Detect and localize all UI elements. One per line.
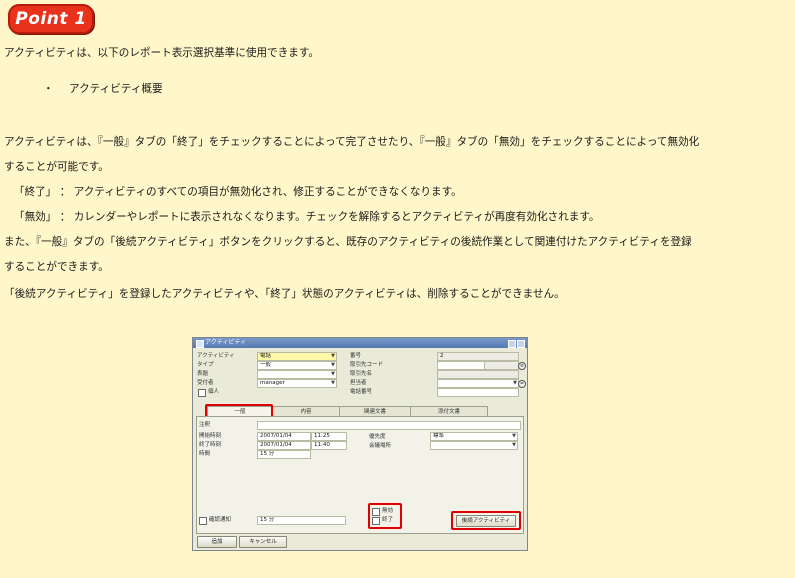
reminder-checkbox[interactable]	[199, 517, 207, 525]
location-field[interactable]: ▼	[430, 441, 518, 450]
dropdown-arrow-icon[interactable]: ▼	[331, 380, 335, 387]
cancel-button[interactable]: キャンセル	[239, 536, 287, 548]
window-titlebar: アクティビティ	[193, 338, 527, 348]
paragraph-2-line-1: また、『一般』タブの「後続アクティビティ」ボタンをクリックすると、既存のアクティ…	[4, 236, 692, 248]
minimize-icon[interactable]	[508, 340, 516, 348]
subject-field[interactable]: ▼	[257, 370, 337, 379]
bp-code-label: 取引先コード	[350, 362, 384, 368]
assigned-to-label: 受付者	[197, 380, 214, 386]
paragraph-3: 「後続アクティビティ」を登録したアクティビティや、「終了」状態のアクティビティは…	[4, 288, 565, 300]
dropdown-arrow-icon[interactable]: ▼	[513, 380, 517, 387]
personal-label: 個人	[208, 389, 220, 395]
end-time-field[interactable]: 11:40	[311, 441, 347, 450]
window-title: アクティビティ	[205, 339, 246, 346]
activity-field[interactable]: 電話 ▼	[257, 352, 337, 361]
subject-label: 表題	[197, 371, 209, 377]
start-date-value: 2007/01/04	[260, 433, 292, 439]
number-field: 2	[437, 352, 519, 361]
activity-label: アクティビティ	[197, 353, 235, 359]
remarks-field[interactable]	[257, 421, 521, 430]
phone-number-label: 電話番号	[350, 389, 373, 395]
remarks-label: 注釈	[199, 422, 211, 428]
location-label: 会議場所	[369, 443, 392, 449]
link-arrow-icon[interactable]: =	[518, 380, 526, 388]
point-badge: Point 1	[8, 4, 94, 34]
start-time-value: 11:25	[314, 433, 330, 439]
duration-field[interactable]: 15 分	[257, 450, 311, 459]
type-value: 一般	[260, 362, 272, 368]
bp-name-label: 取引先名	[350, 371, 373, 377]
dropdown-arrow-icon[interactable]: ▼	[331, 353, 335, 360]
dropdown-arrow-icon[interactable]: ▼	[331, 371, 335, 378]
dropdown-arrow-icon[interactable]: ▼	[512, 433, 516, 440]
priority-value: 標準	[433, 433, 445, 439]
bp-code-extra-field	[484, 361, 519, 370]
paragraph-1-line-1: アクティビティは、『一般』タブの「終了」をチェックすることによって完了させたり、…	[4, 136, 700, 148]
paragraph-1-line-2: することが可能です。	[4, 161, 109, 173]
contact-person-field[interactable]: ▼	[437, 379, 519, 388]
end-definition: 「終了」 ： アクティビティのすべての項目が無効化され、修正することができなくな…	[14, 186, 462, 198]
phone-number-field[interactable]	[437, 388, 519, 397]
reminder-field[interactable]: 15 分	[257, 516, 346, 525]
dropdown-arrow-icon[interactable]: ▼	[512, 442, 516, 449]
personal-checkbox[interactable]	[198, 389, 206, 397]
number-label: 番号	[350, 353, 362, 359]
link-arrow-icon[interactable]: ≡	[518, 362, 526, 370]
start-date-field[interactable]: 2007/01/04	[257, 432, 311, 441]
invalid-definition: 「無効」 ： カレンダーやレポートに表示されなくなります。チェックを解除するとア…	[14, 211, 600, 223]
dropdown-arrow-icon[interactable]: ▼	[331, 362, 335, 369]
end-time-value: 11:40	[314, 442, 330, 448]
type-label: タイプ	[197, 362, 214, 368]
reminder-label: 確認通知	[209, 517, 232, 523]
priority-label: 優先度	[369, 434, 386, 440]
end-time-label: 終了時刻	[199, 442, 222, 448]
start-time-field[interactable]: 11:25	[311, 432, 347, 441]
activity-value: 電話	[260, 353, 272, 359]
window-app-icon	[196, 340, 204, 348]
add-button[interactable]: 追加	[197, 536, 237, 548]
bullet-item: アクティビティ概要	[69, 83, 163, 95]
duration-label: 時間	[199, 451, 211, 457]
contact-person-label: 担当者	[350, 380, 367, 386]
bp-code-field[interactable]	[437, 361, 485, 370]
type-field[interactable]: 一般 ▼	[257, 361, 337, 370]
start-time-label: 開始時刻	[199, 433, 222, 439]
assigned-to-field[interactable]: manager ▼	[257, 379, 337, 388]
duration-value: 15 分	[260, 451, 275, 457]
close-icon[interactable]	[517, 340, 525, 348]
bullet-mark: ・	[43, 83, 54, 95]
highlight-checkboxes	[368, 503, 402, 529]
end-date-field[interactable]: 2007/01/04	[257, 441, 311, 450]
number-value: 2	[440, 353, 444, 359]
end-date-value: 2007/01/04	[260, 442, 292, 448]
highlight-followup-button	[451, 511, 521, 530]
assigned-to-value: manager	[260, 380, 285, 386]
reminder-value: 15 分	[260, 517, 275, 523]
paragraph-2-line-2: することができます。	[4, 261, 109, 273]
intro-text: アクティビティは、以下のレポート表示選択基準に使用できます。	[4, 47, 319, 59]
priority-field[interactable]: 標準 ▼	[430, 432, 518, 441]
bp-name-field	[437, 370, 519, 379]
